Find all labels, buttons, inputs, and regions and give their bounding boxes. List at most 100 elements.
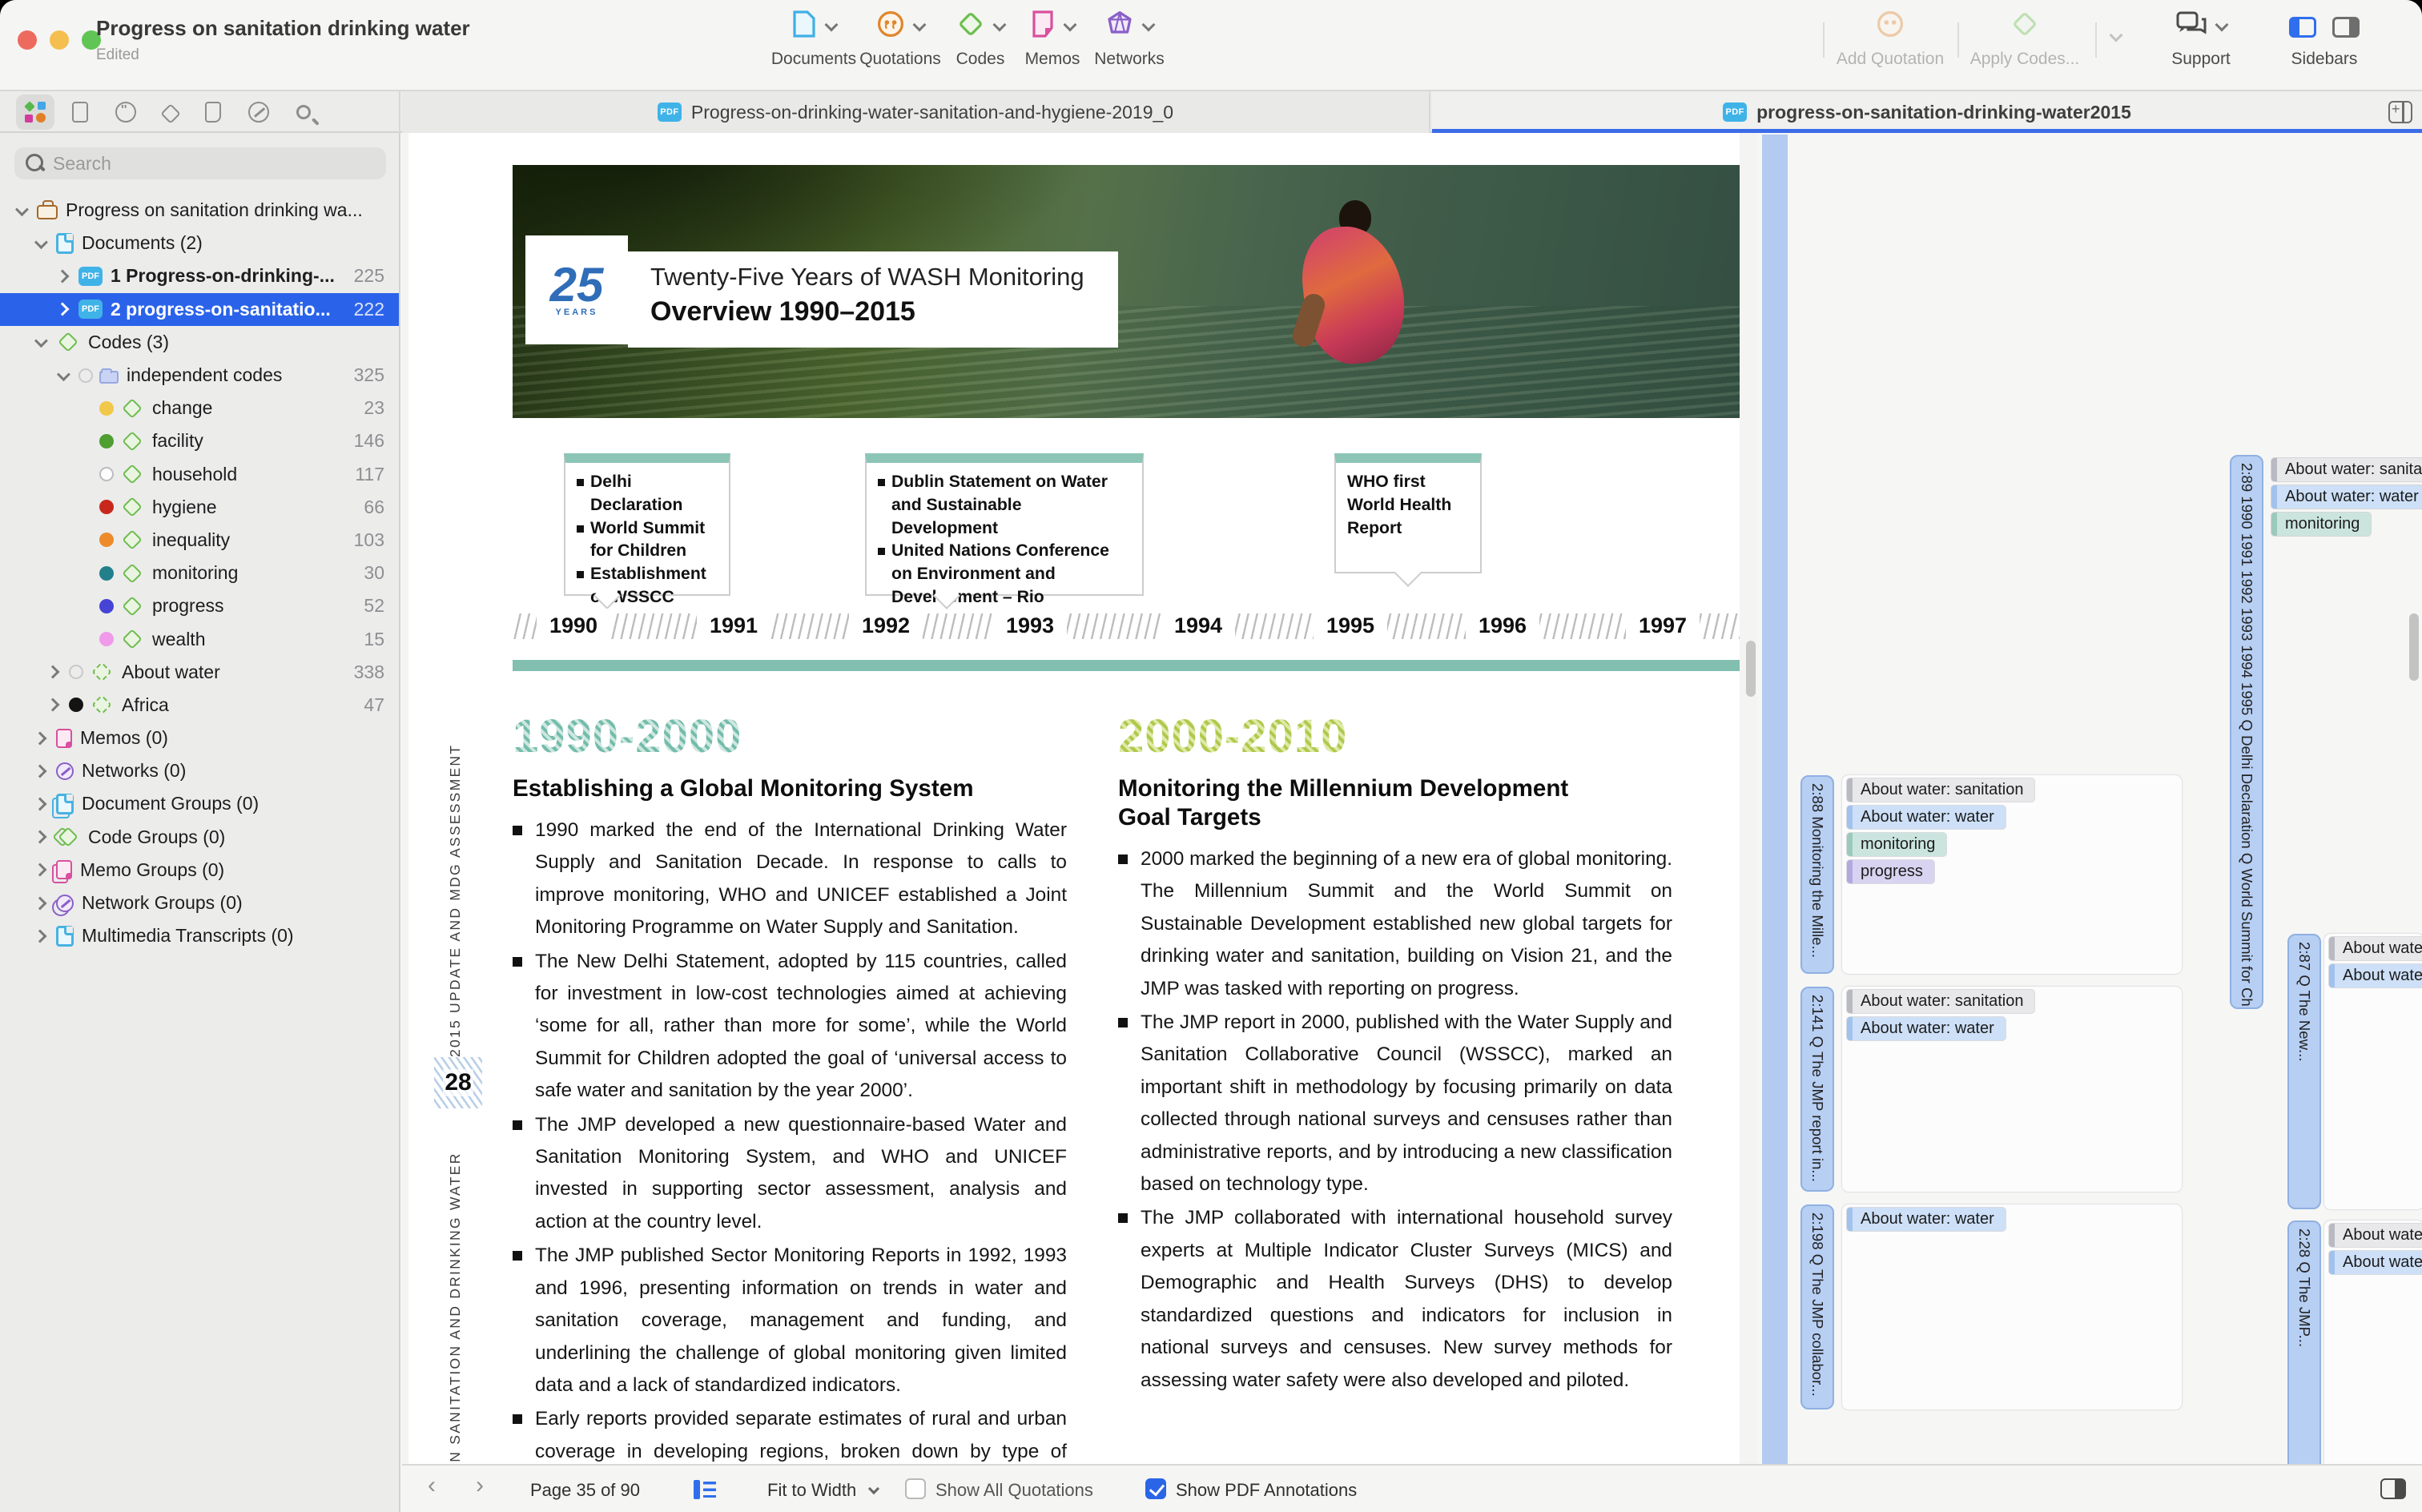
pdf-viewer[interactable]: 25 YEARS Twenty-Five Years of WASH Monit… — [402, 133, 1757, 1464]
search-field[interactable] — [14, 147, 386, 179]
code-label[interactable]: monitoring — [2271, 513, 2371, 536]
tree-item-code-monitoring[interactable]: monitoring30 — [0, 557, 399, 589]
tree-item-code-wealth[interactable]: wealth15 — [0, 622, 399, 655]
networks-tab-icon[interactable] — [248, 102, 269, 123]
chevron-down-icon[interactable] — [34, 235, 48, 249]
tab-document-1[interactable]: PDF Progress-on-drinking-water-sanitatio… — [402, 91, 1430, 133]
chevron-down-icon[interactable] — [825, 18, 839, 32]
chevron-right-icon[interactable] — [34, 797, 47, 810]
thumbnails-icon[interactable] — [694, 1480, 716, 1499]
quotation-bar[interactable]: 2:89 1990 1991 1992 1993 1994 1995 Q Del… — [2230, 455, 2263, 1009]
chevron-right-icon[interactable] — [34, 830, 47, 844]
code-label[interactable]: About water: water — [2271, 485, 2422, 509]
minimize-window-button[interactable] — [50, 30, 69, 50]
tree-item-code-inequality[interactable]: inequality103 — [0, 524, 399, 557]
chevron-right-icon[interactable] — [34, 731, 47, 745]
tree-item-code-about-water[interactable]: About water338 — [0, 656, 399, 689]
code-label[interactable]: About water: water — [2329, 964, 2422, 987]
tree-item-document-2-selected[interactable]: 2 progress-on-sanitatio...222 — [0, 293, 399, 326]
chevron-down-icon[interactable] — [1142, 18, 1156, 32]
next-page-button[interactable]: › — [476, 1472, 484, 1499]
tree-item-documents[interactable]: Documents (2) — [0, 227, 399, 259]
project-explorer-tab-icon[interactable] — [16, 94, 54, 130]
tree-item-code-facility[interactable]: facility146 — [0, 424, 399, 457]
tree-item-code-change[interactable]: change23 — [0, 392, 399, 424]
tree-item-document-groups[interactable]: Document Groups (0) — [0, 787, 399, 820]
search-input[interactable] — [53, 153, 357, 175]
split-view-icon[interactable] — [2388, 101, 2412, 123]
code-color-dot — [99, 434, 114, 448]
code-label[interactable]: About water: water — [1847, 1017, 2006, 1040]
tab-document-2-active[interactable]: PDF progress-on-sanitation-drinking-wate… — [1432, 91, 2422, 133]
codes-tab-icon[interactable] — [160, 103, 180, 123]
networks-button[interactable]: Networks — [1070, 10, 1189, 69]
chevron-down-icon[interactable] — [2110, 29, 2123, 42]
network-icon — [1105, 10, 1134, 45]
code-label[interactable]: About water: sanitation — [2271, 458, 2422, 481]
code-diamond-icon — [122, 431, 142, 451]
pdf-scrollbar-thumb[interactable] — [1746, 641, 1756, 697]
tree-item-document-1[interactable]: 1 Progress-on-drinking-...225 — [0, 259, 399, 292]
quotation-bar[interactable]: 2:141 Q The JMP report in... — [1800, 987, 1834, 1192]
chevron-down-icon[interactable] — [15, 203, 29, 216]
chevron-down-icon[interactable] — [57, 368, 70, 381]
documents-tab-icon[interactable] — [72, 102, 88, 123]
tree-item-multimedia-transcripts[interactable]: Multimedia Transcripts (0) — [0, 919, 399, 952]
code-label[interactable]: About water: sanitation — [1847, 778, 2034, 802]
close-window-button[interactable] — [18, 30, 37, 50]
chevron-right-icon[interactable] — [56, 303, 70, 316]
previous-page-button[interactable]: ‹ — [428, 1472, 436, 1499]
pdf-page: 25 YEARS Twenty-Five Years of WASH Monit… — [408, 133, 1740, 1464]
tree-item-codes[interactable]: Codes (3) — [0, 326, 399, 359]
tree-item-code-africa[interactable]: Africa47 — [0, 689, 399, 722]
code-label[interactable]: About water: water — [1847, 1208, 2006, 1231]
left-sidebar-icon[interactable] — [2289, 17, 2316, 38]
code-label[interactable]: progress — [1847, 860, 1934, 883]
right-sidebar-toggle-icon[interactable] — [2380, 1478, 2406, 1499]
margin-scrollbar-thumb[interactable] — [2409, 613, 2419, 681]
chevron-right-icon[interactable] — [46, 698, 60, 712]
chevron-down-icon[interactable] — [868, 1483, 879, 1494]
quotation-bar[interactable]: 2:28 Q The JMP... — [2287, 1220, 2321, 1464]
code-label[interactable]: About water: sanitation — [2329, 937, 2422, 960]
tree-item-code-hygiene[interactable]: hygiene66 — [0, 491, 399, 524]
quotation-bar[interactable]: 2:88 Monitoring the Mille... — [1800, 775, 1834, 974]
tree-item-memo-groups[interactable]: Memo Groups (0) — [0, 854, 399, 887]
tree-item-code-progress[interactable]: progress52 — [0, 589, 399, 622]
chevron-right-icon[interactable] — [56, 269, 70, 283]
quotation-bar[interactable]: 2:87 Q The New... — [2287, 934, 2321, 1209]
apply-codes-button[interactable]: Apply Codes... — [1961, 10, 2089, 69]
show-all-quotations-checkbox[interactable] — [905, 1478, 926, 1499]
code-label[interactable]: About water: sanitation — [2329, 1224, 2422, 1247]
chevron-right-icon[interactable] — [34, 896, 47, 910]
tree-item-project[interactable]: Progress on sanitation drinking wa... — [0, 194, 399, 227]
right-sidebar-icon[interactable] — [2332, 17, 2360, 38]
chevron-right-icon[interactable] — [34, 863, 47, 877]
search-tab-icon[interactable] — [296, 105, 311, 119]
chevron-right-icon[interactable] — [34, 764, 47, 778]
chevron-down-icon[interactable] — [34, 334, 48, 348]
show-pdf-annotations-checkbox[interactable] — [1145, 1478, 1166, 1499]
memos-tab-icon[interactable] — [205, 102, 221, 123]
show-all-quotations-label: Show All Quotations — [935, 1480, 1093, 1501]
tree-item-network-groups[interactable]: Network Groups (0) — [0, 887, 399, 919]
quotation-bar[interactable]: 2:198 Q The JMP collabor... — [1800, 1204, 1834, 1409]
chevron-right-icon[interactable] — [34, 929, 47, 943]
page-indicator[interactable]: Page 35 of 90 — [530, 1480, 640, 1501]
quotations-tab-icon[interactable] — [115, 102, 136, 123]
tree-item-networks[interactable]: Networks (0) — [0, 754, 399, 787]
add-quotation-button[interactable]: Add Quotation — [1828, 10, 1953, 69]
code-label[interactable]: monitoring — [1847, 833, 1946, 856]
sidebars-toggle[interactable]: Sidebars — [2275, 10, 2374, 69]
code-label[interactable]: About water: water — [2329, 1251, 2422, 1274]
tree-item-code-groups[interactable]: Code Groups (0) — [0, 821, 399, 854]
chevron-down-icon[interactable] — [2215, 18, 2229, 32]
code-label[interactable]: About water: sanitation — [1847, 990, 2034, 1013]
chevron-right-icon[interactable] — [46, 666, 60, 679]
tree-item-memos[interactable]: Memos (0) — [0, 722, 399, 754]
tree-item-code-household[interactable]: household117 — [0, 458, 399, 491]
tree-item-independent-codes[interactable]: independent codes325 — [0, 359, 399, 392]
code-label[interactable]: About water: water — [1847, 806, 2006, 829]
zoom-mode-select[interactable]: Fit to Width — [767, 1480, 856, 1501]
support-button[interactable]: Support — [2154, 10, 2247, 69]
